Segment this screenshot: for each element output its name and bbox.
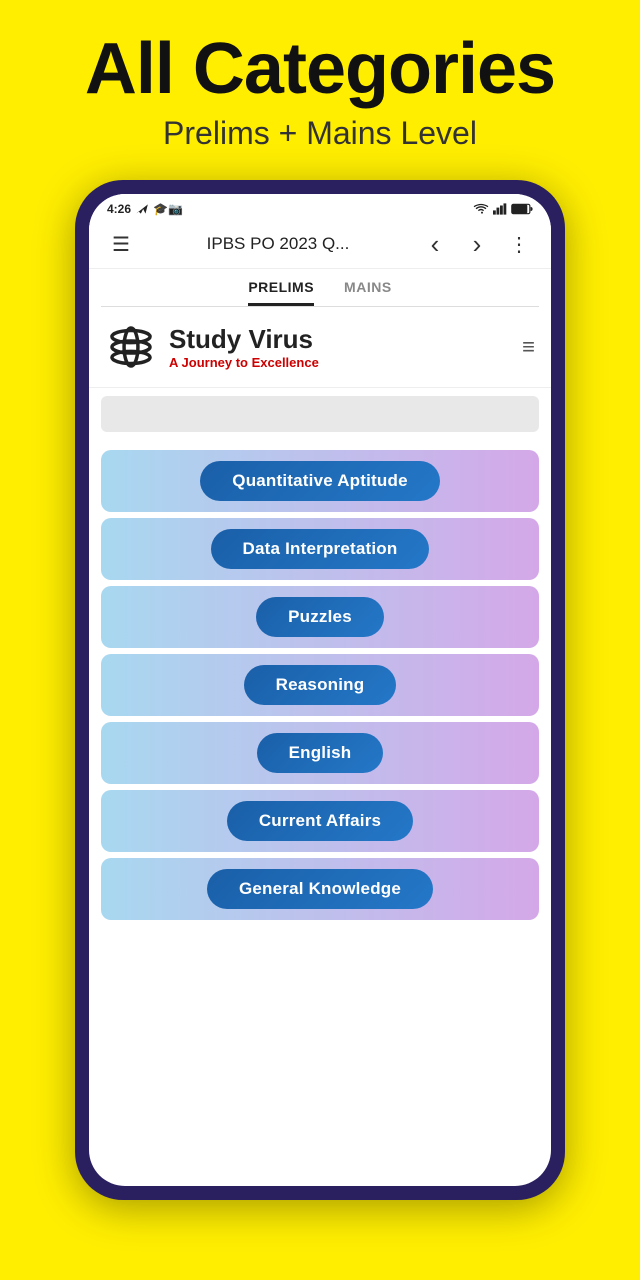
phone-wrapper: 4:26 🎓📷 [0,180,640,1200]
nav-icon [135,202,149,216]
category-item[interactable]: Quantitative Aptitude [101,450,539,512]
category-item[interactable]: Reasoning [101,654,539,716]
status-bar: 4:26 🎓📷 [89,194,551,220]
category-button-0[interactable]: Quantitative Aptitude [200,461,439,501]
status-icons: 🎓📷 [153,202,183,216]
categories-list: Quantitative Aptitude Data Interpretation… [89,440,551,1186]
search-bar-placeholder [101,396,539,432]
category-item[interactable]: Current Affairs [101,790,539,852]
signal-icon [493,203,507,215]
tab-prelims[interactable]: PRELIMS [248,279,314,306]
tabs-row: PRELIMS MAINS [89,269,551,306]
category-button-6[interactable]: General Knowledge [207,869,433,909]
logo-text-block: Study Virus A Journey to Excellence [169,324,522,370]
category-item[interactable]: Puzzles [101,586,539,648]
tab-mains[interactable]: MAINS [344,279,392,306]
category-button-1[interactable]: Data Interpretation [211,529,430,569]
category-button-3[interactable]: Reasoning [244,665,397,705]
status-left: 4:26 🎓📷 [107,202,183,216]
category-item[interactable]: Data Interpretation [101,518,539,580]
back-button[interactable]: ‹ [419,228,451,260]
logo-tagline: A Journey to Excellence [169,355,522,370]
status-right [473,203,533,215]
app-bar-title: IPBS PO 2023 Q... [147,234,409,254]
header-section: All Categories Prelims + Mains Level [0,0,640,162]
main-title: All Categories [20,30,620,109]
battery-icon [511,203,533,215]
phone-inner: 4:26 🎓📷 [89,194,551,1186]
logo-icon [105,321,157,373]
menu-button[interactable]: ☰ [105,228,137,260]
study-virus-logo [105,321,157,373]
category-item[interactable]: English [101,722,539,784]
category-button-4[interactable]: English [257,733,384,773]
status-time: 4:26 [107,202,131,216]
logo-hamburger-icon[interactable]: ≡ [522,334,535,360]
category-button-2[interactable]: Puzzles [256,597,384,637]
category-item[interactable]: General Knowledge [101,858,539,920]
forward-button[interactable]: › [461,228,493,260]
app-bar: ☰ IPBS PO 2023 Q... ‹ › ⋮ [89,220,551,269]
phone-frame: 4:26 🎓📷 [75,180,565,1200]
category-button-5[interactable]: Current Affairs [227,801,413,841]
logo-name: Study Virus [169,324,522,355]
subtitle: Prelims + Mains Level [20,115,620,152]
wifi-icon [473,203,489,215]
more-button[interactable]: ⋮ [503,228,535,260]
logo-area: Study Virus A Journey to Excellence ≡ [89,307,551,388]
